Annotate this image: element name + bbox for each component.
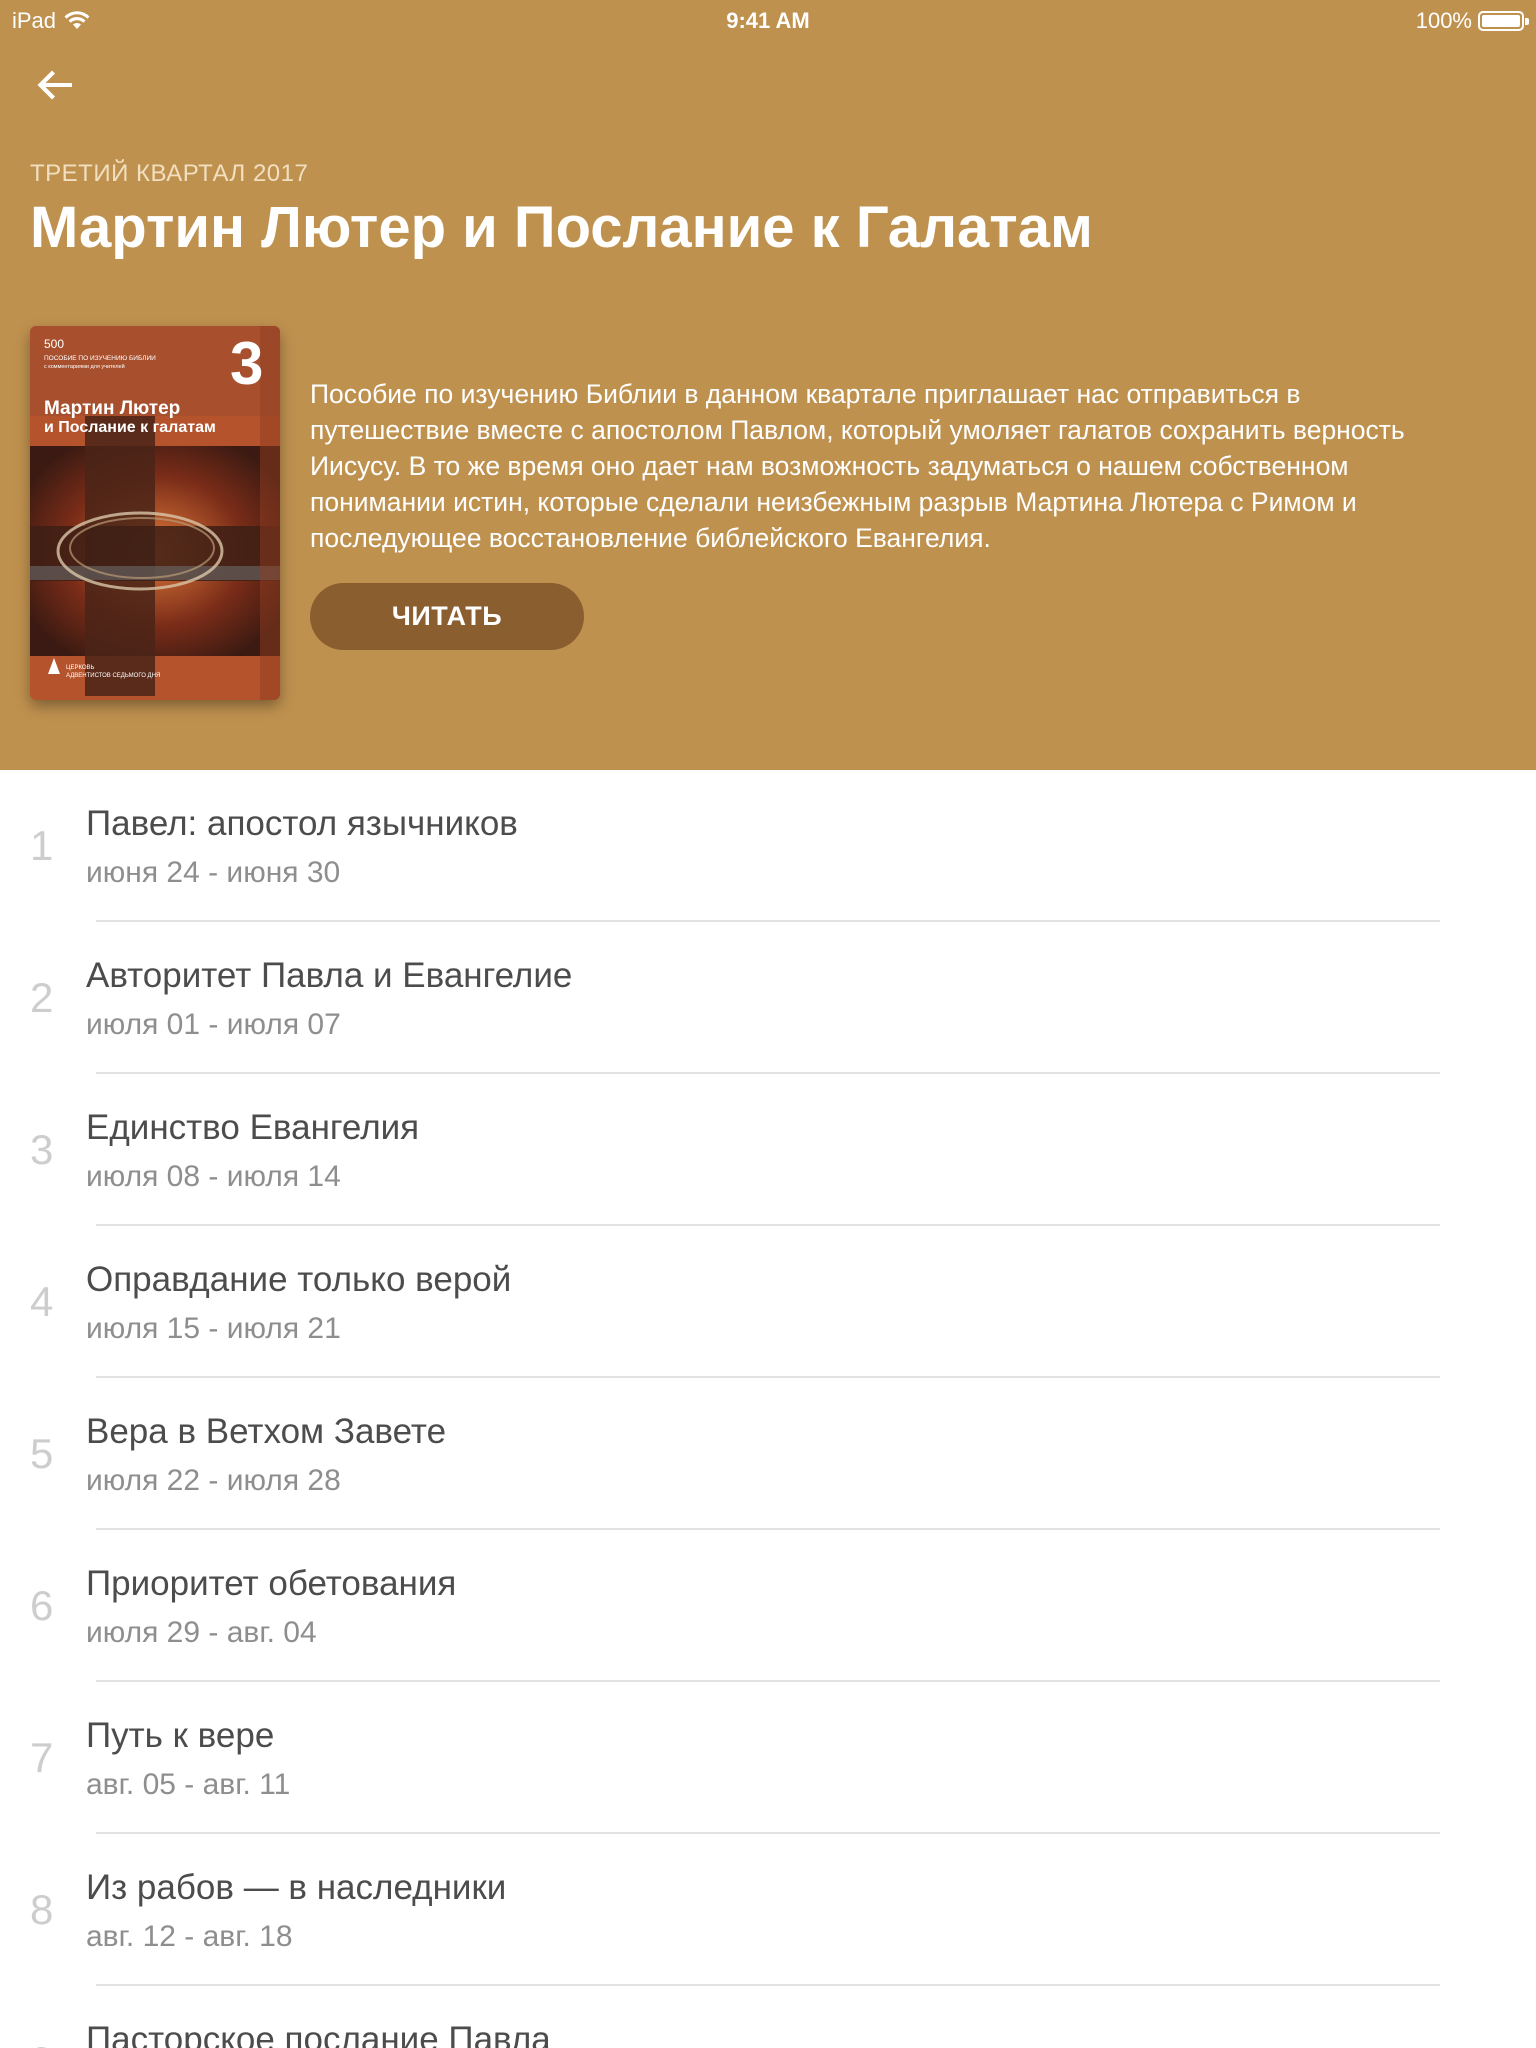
lesson-number: 6 [30,1582,54,1629]
quarterly-description: Пособие по изучению Библии в данном квар… [310,379,1405,553]
lesson-list: 1 Павел: апостол язычников июня 24 - июня … [0,770,1536,2048]
lesson-title: Приоритет обетования [86,1564,457,1603]
status-right: 100% [1415,8,1529,34]
cover-publisher-line2: АДВЕНТИСТОВ СЕДЬМОГО ДНЯ [66,673,160,679]
lesson-number: 2 [30,974,54,1021]
cover-artwork: 500 ПОСОБИЕ ПО ИЗУЧЕНИЮ БИБЛИИ с коммент… [30,326,280,700]
lesson-item[interactable]: 9 Пасторское послание Павла [0,1986,1536,2048]
lesson-item[interactable]: 7 Путь к вере авг. 05 - авг. 11 [0,1682,1536,1834]
lesson-title: Вера в Ветхом Завете [86,1412,447,1451]
lesson-number: 9 [30,2038,60,2048]
lesson-title: Пасторское послание Павла [86,2020,551,2048]
cover-number: 3 [230,330,263,397]
battery-icon [1478,11,1529,31]
cover-badge: 500 [44,337,64,351]
lesson-item[interactable]: 2 Авторитет Павла и Евангелие июля 01 - ию… [0,922,1536,1074]
lesson-item[interactable]: 5 Вера в Ветхом Завете июля 22 - июля 28 [0,1378,1536,1530]
cover-series: ПОСОБИЕ ПО ИЗУЧЕНИЮ БИБЛИИ [44,355,156,362]
lesson-item[interactable]: 8 Из рабов — в наследники авг. 12 - авг. 1… [0,1834,1536,1986]
cover-image: 500 ПОСОБИЕ ПО ИЗУЧЕНИЮ БИБЛИИ с коммент… [30,326,280,700]
battery-percentage: 100% [1415,8,1472,33]
lesson-title: Оправдание только верой [86,1260,512,1299]
lesson-title: Единство Евангелия [86,1108,420,1147]
lesson-dates: июля 08 - июля 14 [86,1160,341,1193]
read-button[interactable]: ЧИТАТЬ [310,583,584,650]
lesson-number: 8 [30,1886,54,1933]
lesson-title: Из рабов — в наследники [86,1868,507,1907]
cover-series-sub: с комментариями для учителей [44,363,125,370]
lesson-dates: авг. 05 - авг. 11 [86,1768,291,1801]
page-title: Мартин Лютер и Послание к Галатам [30,195,1093,260]
lesson-title: Авторитет Павла и Евангелие [86,956,573,995]
lesson-dates: июля 29 - авг. 04 [86,1616,317,1649]
quarter-label: ТРЕТИЙ КВАРТАЛ 2017 [30,160,309,187]
lesson-item[interactable]: 4 Оправдание только верой июля 15 - июля 2… [0,1226,1536,1378]
lesson-dates: июня 24 - июня 30 [86,856,341,889]
cover-title-line2: и Послание к галатам [44,419,216,436]
lesson-number: 1 [30,822,54,869]
lesson-dates: июля 01 - июля 07 [86,1008,341,1041]
lesson-number: 5 [30,1430,54,1477]
quarterly-header: iPad 9:41 AM 100% ТРЕТИЙ КВАРТАЛ 2017 Ма… [0,0,1536,770]
cover-publisher-line1: ЦЕРКОВЬ [66,665,95,671]
status-time: 9:41 AM [726,8,810,33]
lesson-dates: авг. 12 - авг. 18 [86,1920,293,1953]
lesson-number: 3 [30,1126,54,1173]
lesson-dates: июля 22 - июля 28 [86,1464,341,1497]
lesson-number: 7 [30,1734,54,1781]
lesson-item[interactable]: 1 Павел: апостол язычников июня 24 - июня … [0,770,1536,922]
lesson-item[interactable]: 6 Приоритет обетования июля 29 - авг. 04 [0,1530,1536,1682]
back-button[interactable] [28,58,84,114]
cover-title-line1: Мартин Лютер [44,398,180,419]
lesson-dates: июля 15 - июля 21 [86,1312,341,1345]
lesson-title: Павел: апостол язычников [86,804,518,843]
lesson-number: 4 [30,1278,54,1325]
lesson-title: Путь к вере [86,1716,275,1755]
status-bar: iPad 9:41 AM 100% [0,0,1536,40]
arrow-left-icon [37,70,72,100]
lesson-item[interactable]: 3 Единство Евангелия июля 08 - июля 14 [0,1074,1536,1226]
